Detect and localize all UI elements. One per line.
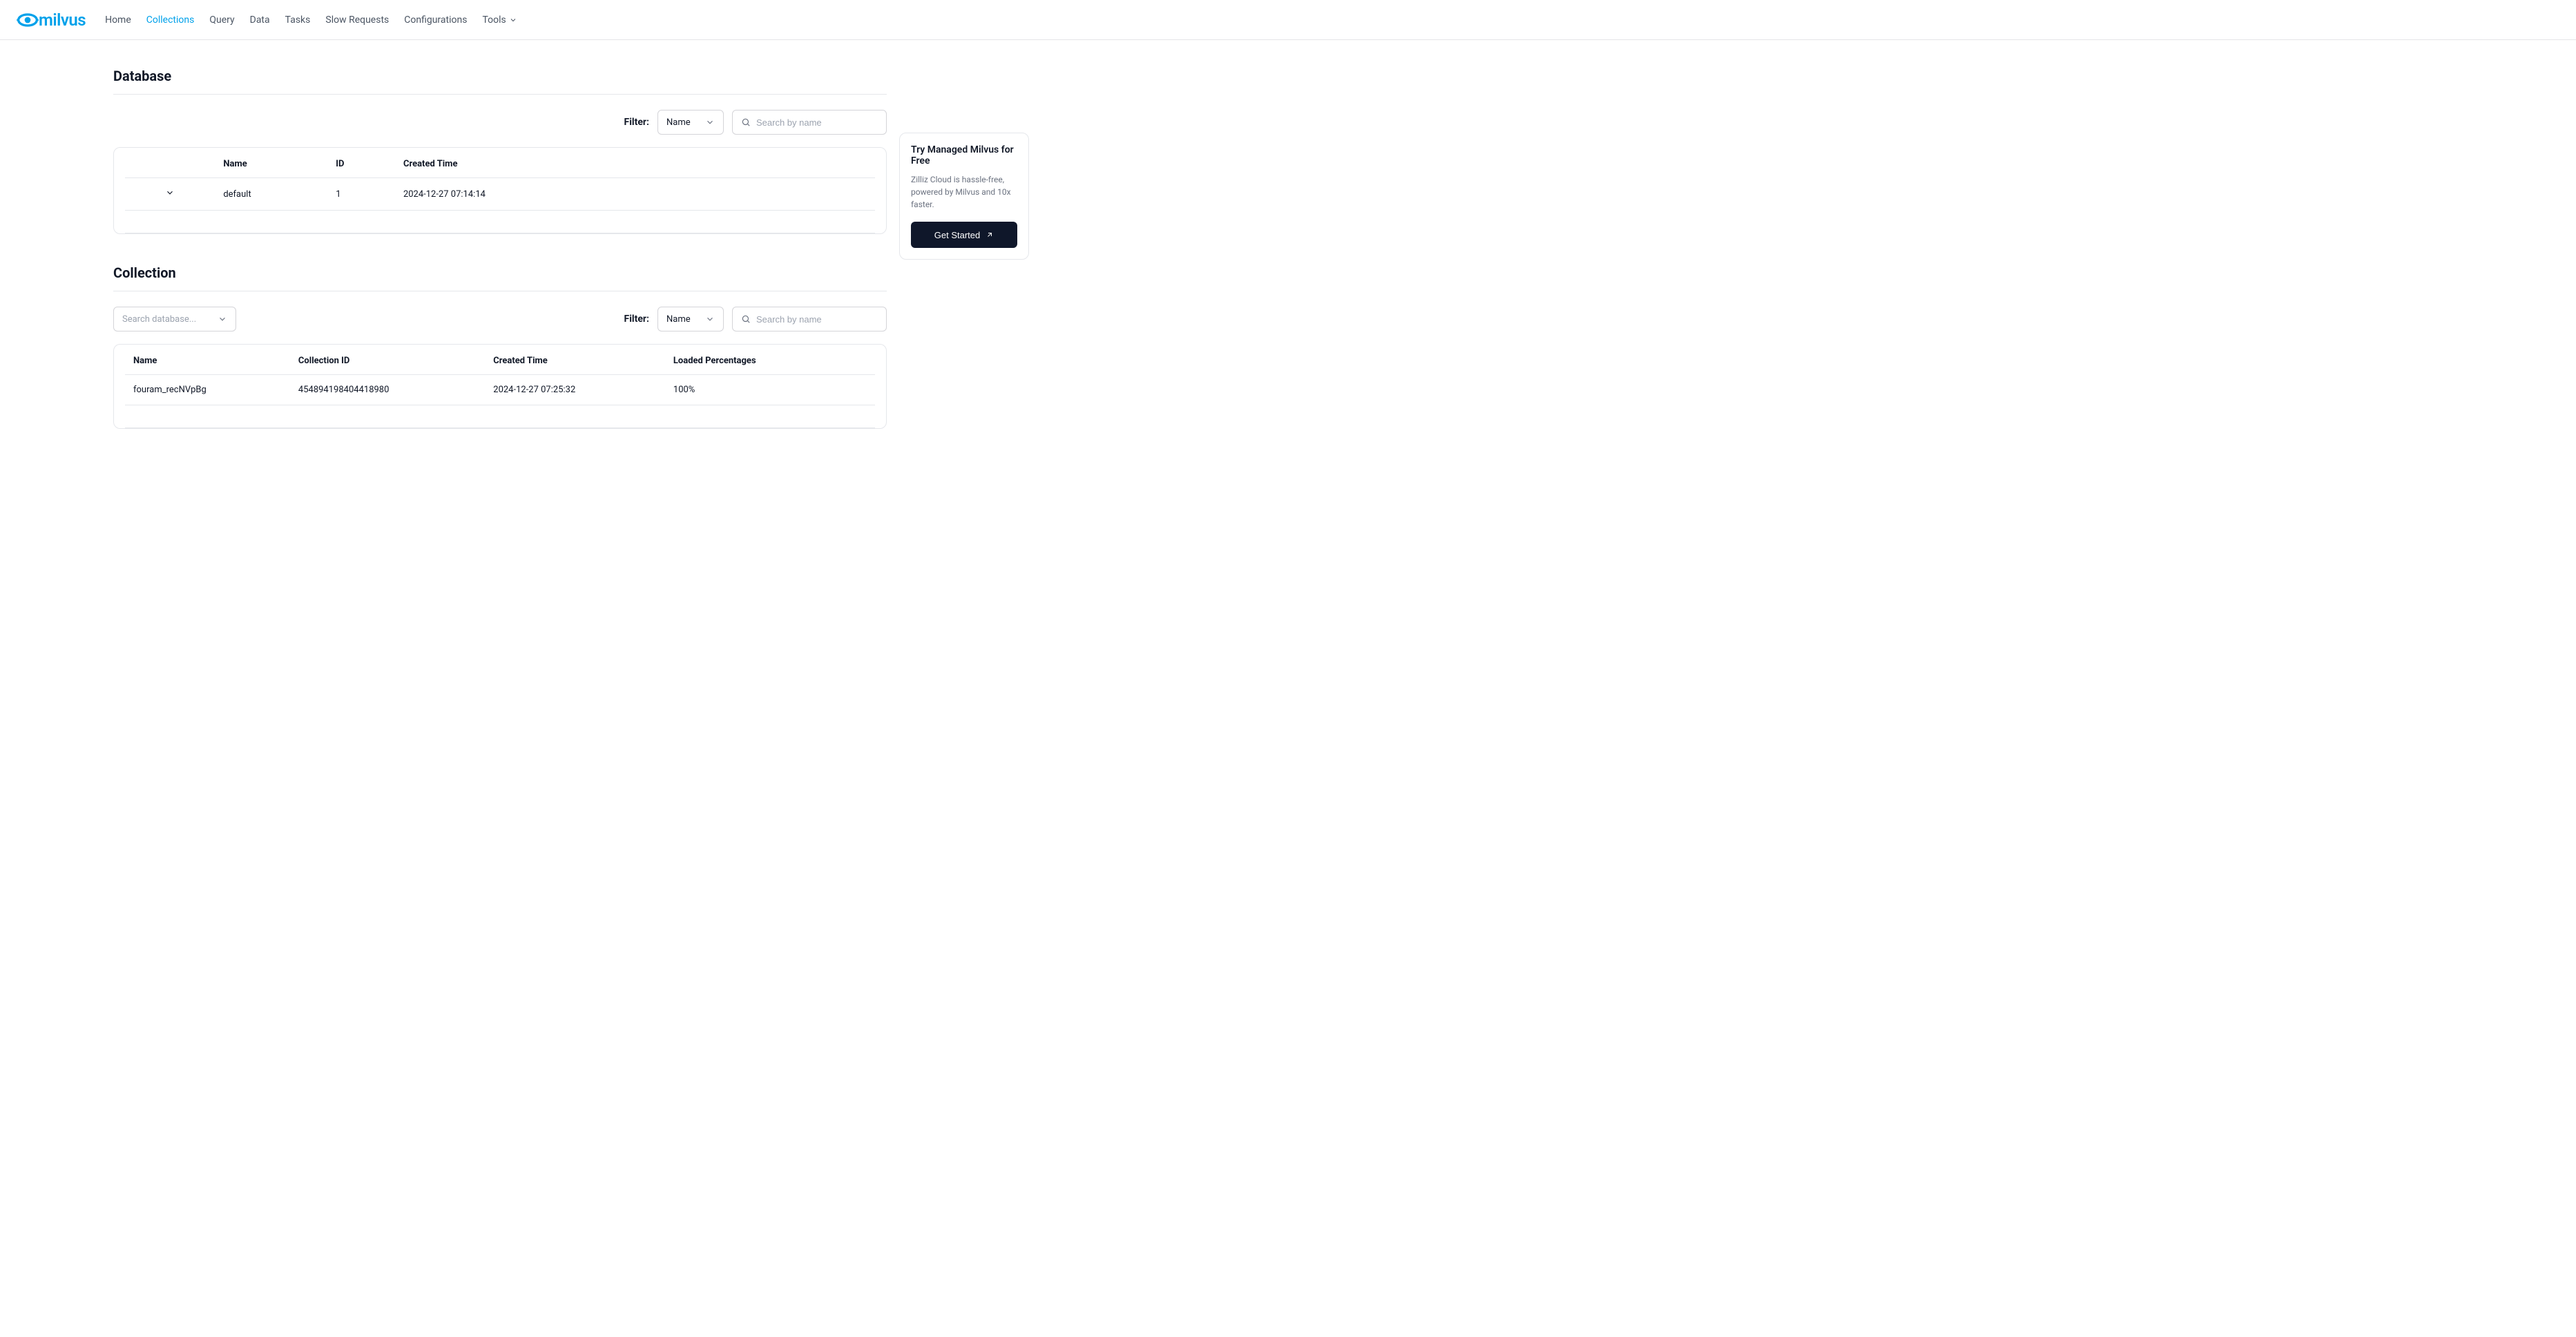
collection-row-id: 454894198404418980 (290, 375, 485, 405)
database-table-card: Name ID Created Time default 1 (113, 147, 887, 234)
promo-card: Try Managed Milvus for Free Zilliz Cloud… (899, 133, 1029, 260)
database-filter-select[interactable]: Name (657, 110, 724, 135)
collection-header-id: Collection ID (290, 345, 485, 375)
database-header-created: Created Time (395, 148, 875, 178)
nav-query[interactable]: Query (209, 15, 234, 26)
database-search-input[interactable] (756, 117, 878, 128)
collection-section-title: Collection (113, 264, 887, 291)
milvus-eye-icon (17, 12, 39, 28)
nav-tools[interactable]: Tools (482, 15, 517, 26)
collection-header-loaded: Loaded Percentages (665, 345, 875, 375)
collection-row-loaded: 100% (665, 375, 875, 405)
collection-filter-select[interactable]: Name (657, 307, 724, 331)
collection-search-input[interactable] (756, 314, 878, 325)
search-icon (741, 117, 751, 127)
database-row-id: 1 (327, 178, 395, 211)
get-started-button[interactable]: Get Started (911, 222, 1017, 248)
search-icon (741, 314, 751, 324)
collection-table-card: Name Collection ID Created Time Loaded P… (113, 344, 887, 429)
brand-name: milvus (39, 10, 86, 30)
get-started-label: Get Started (934, 230, 980, 240)
collection-search[interactable] (732, 307, 887, 331)
database-header-id: ID (327, 148, 395, 178)
collection-filter-label: Filter: (624, 314, 649, 325)
collection-filter-select-value: Name (666, 314, 691, 325)
database-table: Name ID Created Time default 1 (125, 148, 875, 233)
database-search[interactable] (732, 110, 887, 135)
collection-header-created: Created Time (485, 345, 665, 375)
database-header-name: Name (215, 148, 327, 178)
collection-table: Name Collection ID Created Time Loaded P… (125, 345, 875, 428)
nav-tools-label: Tools (482, 15, 506, 26)
collection-row-name: fouram_recNVpBg (125, 375, 290, 405)
promo-description: Zilliz Cloud is hassle-free, powered by … (911, 173, 1017, 211)
database-filter-select-value: Name (666, 117, 691, 128)
database-row-name: default (215, 178, 327, 211)
chevron-down-icon (218, 314, 227, 324)
database-filter-row: Filter: Name (113, 110, 887, 135)
chevron-down-icon[interactable] (165, 188, 175, 198)
nav-tasks[interactable]: Tasks (285, 15, 311, 26)
nav-home[interactable]: Home (105, 15, 131, 26)
database-row-created: 2024-12-27 07:14:14 (395, 178, 875, 211)
brand-logo[interactable]: milvus (17, 10, 86, 30)
promo-title: Try Managed Milvus for Free (911, 144, 1017, 166)
collection-row[interactable]: fouram_recNVpBg 454894198404418980 2024-… (125, 375, 875, 405)
chevron-down-icon (509, 16, 517, 24)
nav-data[interactable]: Data (250, 15, 270, 26)
external-link-icon (986, 231, 994, 239)
database-section-title: Database (113, 68, 887, 95)
chevron-down-icon (705, 117, 715, 127)
chevron-down-icon (705, 314, 715, 324)
nav-collections[interactable]: Collections (146, 15, 195, 26)
collection-filter-row: Search database... Filter: Name (113, 307, 887, 331)
collection-database-select-placeholder: Search database... (122, 314, 196, 325)
main-nav: Home Collections Query Data Tasks Slow R… (105, 15, 517, 26)
nav-slow-requests[interactable]: Slow Requests (325, 15, 389, 26)
collection-row-created: 2024-12-27 07:25:32 (485, 375, 665, 405)
collection-database-select[interactable]: Search database... (113, 307, 236, 331)
nav-configurations[interactable]: Configurations (404, 15, 467, 26)
collection-header-name: Name (125, 345, 290, 375)
database-filter-label: Filter: (624, 117, 649, 128)
topbar: milvus Home Collections Query Data Tasks… (0, 0, 2576, 40)
database-row[interactable]: default 1 2024-12-27 07:14:14 (125, 178, 875, 211)
